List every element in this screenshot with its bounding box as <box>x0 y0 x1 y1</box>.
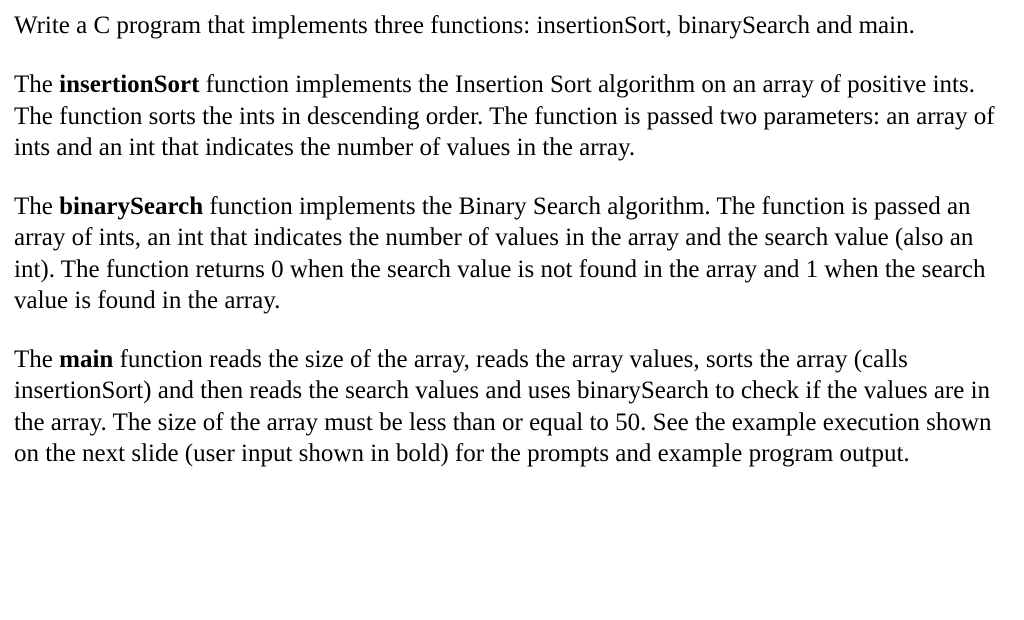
bold-main: main <box>59 346 113 373</box>
paragraph-binary-search: The binarySearch function implements the… <box>14 191 1010 316</box>
paragraph-intro: Write a C program that implements three … <box>14 10 1010 41</box>
bold-insertion-sort: insertionSort <box>59 71 199 98</box>
paragraph-insertion-sort: The insertionSort function implements th… <box>14 69 1010 163</box>
paragraph-main: The main function reads the size of the … <box>14 344 1010 469</box>
text-pre: The <box>14 71 59 98</box>
bold-binary-search: binarySearch <box>59 193 203 220</box>
text-pre: The <box>14 346 59 373</box>
text-pre: The <box>14 193 59 220</box>
text-post: function reads the size of the array, re… <box>14 346 991 467</box>
